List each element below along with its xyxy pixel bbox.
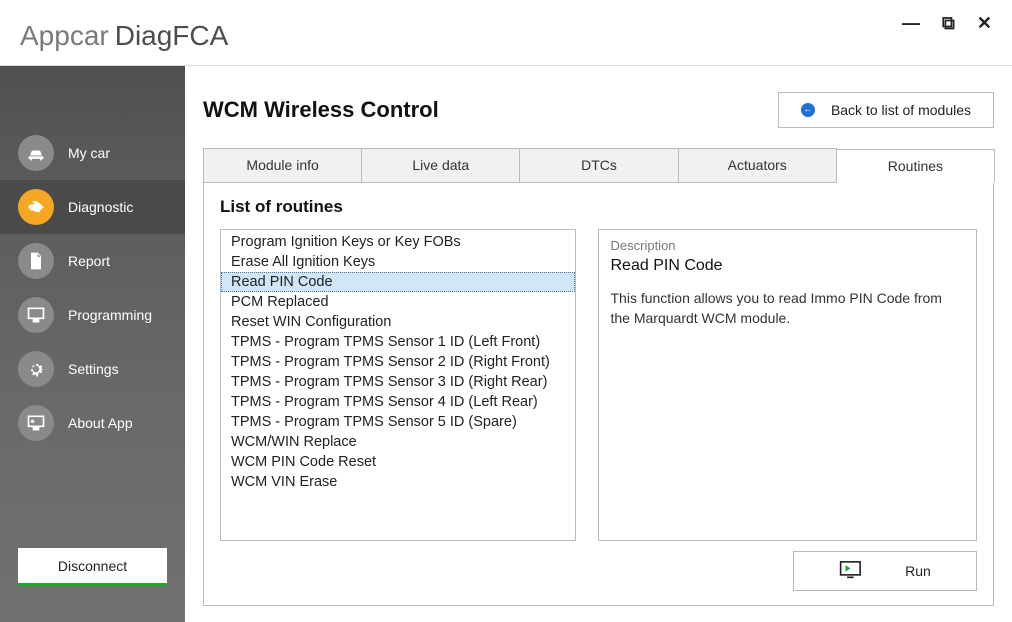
run-button-label: Run: [905, 563, 931, 579]
gear-icon: [18, 351, 54, 387]
back-to-modules-button[interactable]: ← Back to list of modules: [778, 92, 994, 128]
routine-item[interactable]: TPMS - Program TPMS Sensor 2 ID (Right F…: [221, 352, 575, 372]
section-title: List of routines: [220, 197, 977, 217]
car-icon: [18, 135, 54, 171]
description-title: Read PIN Code: [611, 257, 965, 275]
routine-item[interactable]: Program Ignition Keys or Key FOBs: [221, 232, 575, 252]
sidebar-item-label: About App: [68, 415, 133, 431]
sidebar-item-label: Programming: [68, 307, 152, 323]
routine-item[interactable]: WCM VIN Erase: [221, 472, 575, 492]
arrow-left-icon: ←: [801, 103, 815, 117]
main-panel: WCM Wireless Control ← Back to list of m…: [185, 66, 1012, 622]
run-row: Run: [220, 551, 977, 591]
routine-list[interactable]: Program Ignition Keys or Key FOBsErase A…: [220, 229, 576, 541]
tab-routines[interactable]: Routines: [836, 149, 995, 183]
info-icon: [18, 405, 54, 441]
app-title-part2: DiagFCA: [115, 20, 229, 52]
routines-columns: Program Ignition Keys or Key FOBsErase A…: [220, 229, 977, 541]
sidebar: My car Diagnostic Report Programming Set…: [0, 66, 185, 622]
sidebar-item-report[interactable]: Report: [0, 234, 185, 288]
sidebar-item-programming[interactable]: Programming: [0, 288, 185, 342]
tab-actuators[interactable]: Actuators: [678, 148, 837, 182]
sidebar-bottom: Disconnect: [0, 548, 185, 622]
back-button-label: Back to list of modules: [831, 102, 971, 118]
engine-icon: [18, 189, 54, 225]
main-header: WCM Wireless Control ← Back to list of m…: [203, 92, 994, 128]
tab-dtcs[interactable]: DTCs: [519, 148, 678, 182]
app-title: Appcar DiagFCA: [20, 20, 228, 52]
page-title: WCM Wireless Control: [203, 97, 439, 123]
close-button[interactable]: ✕: [977, 13, 992, 34]
routine-item[interactable]: TPMS - Program TPMS Sensor 1 ID (Left Fr…: [221, 332, 575, 352]
tab-module-info[interactable]: Module info: [203, 148, 362, 182]
routine-item[interactable]: TPMS - Program TPMS Sensor 4 ID (Left Re…: [221, 392, 575, 412]
body: My car Diagnostic Report Programming Set…: [0, 66, 1012, 622]
tabs: Module info Live data DTCs Actuators Rou…: [203, 148, 994, 183]
sidebar-item-label: Diagnostic: [68, 199, 133, 215]
routine-description-panel: Description Read PIN Code This function …: [598, 229, 978, 541]
routine-item[interactable]: Read PIN Code: [221, 272, 575, 292]
routine-item[interactable]: TPMS - Program TPMS Sensor 3 ID (Right R…: [221, 372, 575, 392]
document-icon: [18, 243, 54, 279]
description-text: This function allows you to read Immo PI…: [611, 289, 965, 328]
sidebar-item-diagnostic[interactable]: Diagnostic: [0, 180, 185, 234]
routine-item[interactable]: WCM PIN Code Reset: [221, 452, 575, 472]
routine-item[interactable]: TPMS - Program TPMS Sensor 5 ID (Spare): [221, 412, 575, 432]
routine-item[interactable]: WCM/WIN Replace: [221, 432, 575, 452]
sidebar-item-label: My car: [68, 145, 110, 161]
description-label: Description: [611, 238, 965, 253]
tab-live-data[interactable]: Live data: [361, 148, 520, 182]
tab-content: List of routines Program Ignition Keys o…: [203, 183, 994, 606]
run-icon: [839, 560, 865, 583]
titlebar: Appcar DiagFCA — ⧉ ✕: [0, 0, 1012, 66]
sidebar-item-my-car[interactable]: My car: [0, 126, 185, 180]
app-title-part1: Appcar: [20, 20, 109, 52]
routine-item[interactable]: Erase All Ignition Keys: [221, 252, 575, 272]
monitor-icon: [18, 297, 54, 333]
sidebar-item-label: Settings: [68, 361, 119, 377]
routine-item[interactable]: Reset WIN Configuration: [221, 312, 575, 332]
maximize-button[interactable]: ⧉: [942, 13, 955, 34]
minimize-button[interactable]: —: [902, 13, 920, 34]
disconnect-button[interactable]: Disconnect: [18, 548, 167, 586]
run-button[interactable]: Run: [793, 551, 977, 591]
routine-item[interactable]: PCM Replaced: [221, 292, 575, 312]
sidebar-item-about[interactable]: About App: [0, 396, 185, 450]
window-controls: — ⧉ ✕: [902, 13, 992, 34]
sidebar-item-label: Report: [68, 253, 110, 269]
sidebar-item-settings[interactable]: Settings: [0, 342, 185, 396]
